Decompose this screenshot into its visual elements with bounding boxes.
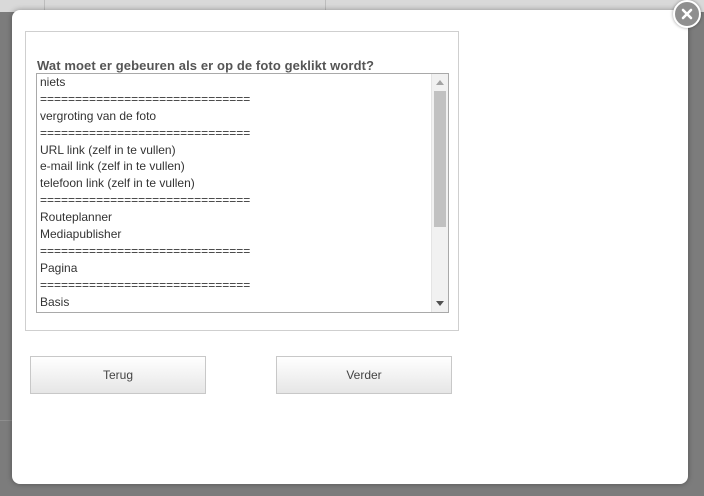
scroll-up-icon <box>436 80 444 85</box>
next-button[interactable]: Verder <box>276 356 452 394</box>
click-action-listbox[interactable]: niets ============================== ver… <box>36 73 449 313</box>
close-icon <box>681 8 693 20</box>
list-option[interactable]: Basis <box>37 294 431 311</box>
list-separator[interactable]: ============================== <box>37 243 431 260</box>
list-option[interactable]: vergroting van de foto <box>37 108 431 125</box>
background-line <box>0 420 12 421</box>
listbox-scrollbar[interactable] <box>431 74 448 312</box>
list-option[interactable]: Pagina <box>37 260 431 277</box>
list-option[interactable]: niets <box>37 74 431 91</box>
list-option[interactable]: Routeplanner <box>37 209 431 226</box>
list-option[interactable]: Mediapublisher <box>37 226 431 243</box>
list-option[interactable]: URL link (zelf in te vullen) <box>37 142 431 159</box>
list-option[interactable]: telefoon link (zelf in te vullen) <box>37 175 431 192</box>
scroll-up-button[interactable] <box>432 74 448 90</box>
close-button[interactable] <box>673 0 701 28</box>
scroll-down-icon <box>436 301 444 306</box>
list-separator[interactable]: ============================== <box>37 277 431 294</box>
list-separator[interactable]: ============================== <box>37 125 431 142</box>
question-label: Wat moet er gebeuren als er op de foto g… <box>37 58 375 73</box>
option-list: niets ============================== ver… <box>37 74 431 310</box>
scroll-down-button[interactable] <box>432 296 448 312</box>
list-separator[interactable]: ============================== <box>37 91 431 108</box>
scroll-thumb[interactable] <box>434 91 446 227</box>
list-separator[interactable]: ============================== <box>37 192 431 209</box>
back-button[interactable]: Terug <box>30 356 206 394</box>
list-option[interactable]: e-mail link (zelf in te vullen) <box>37 158 431 175</box>
